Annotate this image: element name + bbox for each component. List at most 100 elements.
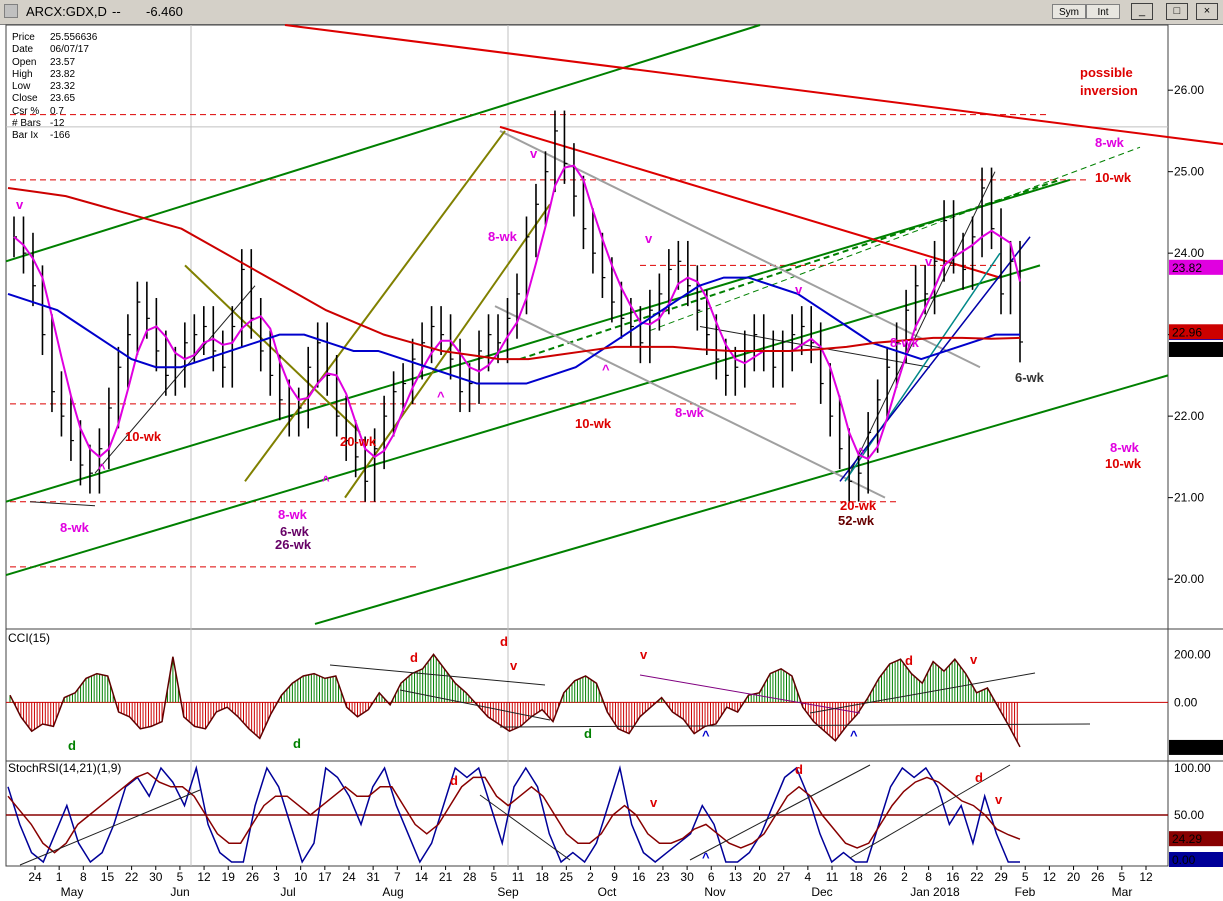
x-tick-label: 20 [753, 870, 767, 884]
annotation-label: d [450, 773, 458, 788]
info-label: High [12, 68, 33, 80]
x-tick-label: 22 [970, 870, 984, 884]
info-label: # Bars [12, 118, 41, 130]
annotation-label: 20-wk [340, 434, 377, 449]
annotation-label: v [645, 231, 653, 246]
x-tick-label: 24 [342, 870, 356, 884]
annotation-label: d [410, 650, 418, 665]
annotation-label: d [293, 736, 301, 751]
info-label: Open [12, 56, 37, 68]
annotation-label: v [970, 652, 978, 667]
info-row: Close 23.65 [12, 93, 97, 105]
annotation-label: 8-wk [890, 335, 920, 350]
info-label: Low [12, 81, 31, 93]
x-tick-label: 4 [805, 870, 812, 884]
x-month-label: Dec [811, 885, 832, 899]
annotation-label: 8-wk [278, 507, 308, 522]
x-tick-label: 29 [994, 870, 1008, 884]
info-row: Low 23.32 [12, 81, 97, 93]
y-tick-label: 20.00 [1174, 572, 1204, 586]
info-label: Close [12, 93, 38, 105]
price-label: 23.82 [1172, 261, 1202, 275]
x-tick-label: 11 [512, 870, 525, 884]
x-month-label: Mar [1112, 885, 1133, 899]
annotation-label: 8-wk [1095, 135, 1125, 150]
chart-canvas: 20.0021.0022.0023.0024.0025.0026.0023.82… [5, 24, 1223, 899]
cci-tick-label: 200.00 [1174, 647, 1211, 661]
annotation-label: ^ [98, 461, 106, 476]
x-tick-label: 20 [1067, 870, 1081, 884]
annotation-label: ^ [322, 473, 330, 488]
annotation-label: 10-wk [1095, 170, 1132, 185]
x-tick-label: 2 [901, 870, 908, 884]
rsi-title: StochRSI(14,21)(1,9) [8, 761, 121, 775]
annotation-label: 10-wk [575, 416, 612, 431]
x-month-label: Oct [598, 885, 617, 899]
info-row: Open 23.57 [12, 57, 97, 69]
info-value: 23.32 [50, 81, 76, 93]
x-tick-label: 8 [80, 870, 87, 884]
annotation-label: v [530, 146, 538, 161]
x-tick-label: 6 [708, 870, 715, 884]
info-value: 0.7 [50, 105, 64, 117]
x-tick-label: 5 [491, 870, 498, 884]
annotation-label: d [795, 762, 803, 777]
annotation-label: 8-wk [1110, 440, 1140, 455]
x-month-label: May [61, 885, 84, 899]
x-month-label: Feb [1015, 885, 1036, 899]
x-tick-label: 16 [632, 870, 646, 884]
annotation-label: 8-wk [675, 405, 705, 420]
x-tick-label: 26 [246, 870, 260, 884]
y-tick-label: 22.00 [1174, 409, 1204, 423]
annotation-label: v [795, 282, 803, 297]
x-tick-label: 26 [1091, 870, 1105, 884]
x-tick-label: 30 [149, 870, 163, 884]
annotation-label: 8-wk [488, 229, 518, 244]
annotation-label: 8-wk [60, 520, 90, 535]
rsi-tick-label: 50.00 [1174, 808, 1204, 822]
annotation-label: possible [1080, 65, 1133, 80]
annotation-label: 26-wk [275, 537, 312, 552]
x-month-label: Jun [170, 885, 189, 899]
cci-last-label: -185.55 [1172, 741, 1213, 755]
price-label: 22.91 [1172, 343, 1202, 357]
x-tick-label: 11 [826, 870, 839, 884]
x-tick-label: 24 [28, 870, 42, 884]
annotation-label: 6-wk [1015, 370, 1045, 385]
info-value: -166 [50, 130, 71, 142]
annotation-label: ^ [850, 728, 858, 743]
x-tick-label: 12 [1043, 870, 1057, 884]
x-month-label: Aug [382, 885, 403, 899]
annotation-label: v [16, 197, 24, 212]
x-tick-label: 1 [56, 870, 63, 884]
annotation-label: 10-wk [125, 429, 162, 444]
x-tick-label: 5 [177, 870, 184, 884]
info-row: Bar Ix -166 [12, 130, 97, 142]
annotation-label: v [650, 795, 658, 810]
price-label: 22.96 [1172, 325, 1202, 339]
x-tick-label: 23 [656, 870, 670, 884]
x-axis: 24 1 8 15 22 30 5 12 19 26 3 10 17 24 31 7 14 21 28 5 11 18 25… [28, 866, 1153, 899]
info-value: 06/07/17 [50, 44, 89, 56]
info-label: Csr % [12, 105, 40, 117]
info-row: Csr % 0.7 [12, 106, 97, 118]
x-month-label: Sep [497, 885, 519, 899]
rsi-label: 0.00 [1172, 853, 1196, 867]
x-tick-label: 16 [946, 870, 960, 884]
x-tick-label: 30 [680, 870, 694, 884]
x-tick-label: 18 [849, 870, 863, 884]
x-tick-label: 10 [294, 870, 308, 884]
rsi-label: 24.29 [1172, 832, 1202, 846]
x-tick-label: 13 [729, 870, 743, 884]
y-tick-label: 25.00 [1174, 165, 1204, 179]
info-row: High 23.82 [12, 69, 97, 81]
x-tick-label: 5 [1119, 870, 1126, 884]
x-tick-label: 8 [925, 870, 932, 884]
annotation-label: d [975, 770, 983, 785]
x-tick-label: 19 [222, 870, 236, 884]
annotation-label: v [925, 254, 933, 269]
info-value: 25.556636 [50, 32, 98, 43]
x-tick-label: 18 [536, 870, 550, 884]
annotation-label: d [500, 634, 508, 649]
annotation-label: v [510, 658, 518, 673]
